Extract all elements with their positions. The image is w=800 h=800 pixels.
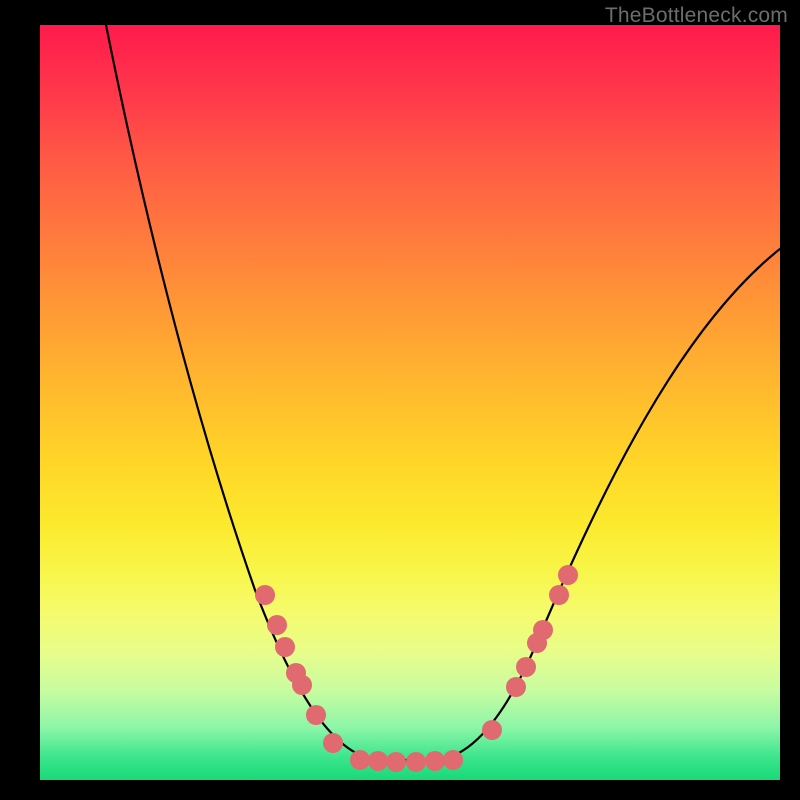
- scatter-group: [255, 565, 578, 772]
- scatter-dot: [368, 751, 388, 771]
- scatter-dot: [255, 585, 275, 605]
- plot-area: [40, 25, 780, 780]
- scatter-dot: [506, 677, 526, 697]
- scatter-dot: [558, 565, 578, 585]
- scatter-dot: [533, 620, 553, 640]
- scatter-dot: [306, 705, 326, 725]
- scatter-dot: [443, 750, 463, 770]
- chart-frame: TheBottleneck.com: [0, 0, 800, 800]
- scatter-dot: [516, 657, 536, 677]
- chart-overlay: [40, 25, 780, 780]
- scatter-dot: [406, 752, 426, 772]
- scatter-dot: [549, 585, 569, 605]
- scatter-dot: [482, 720, 502, 740]
- scatter-dot: [267, 615, 287, 635]
- scatter-dot: [275, 637, 295, 657]
- watermark-text: TheBottleneck.com: [605, 4, 788, 28]
- scatter-dot: [323, 733, 343, 753]
- scatter-dot: [425, 751, 445, 771]
- scatter-dot: [350, 750, 370, 770]
- bottleneck-curve: [105, 25, 780, 760]
- scatter-dot: [292, 675, 312, 695]
- scatter-dot: [386, 752, 406, 772]
